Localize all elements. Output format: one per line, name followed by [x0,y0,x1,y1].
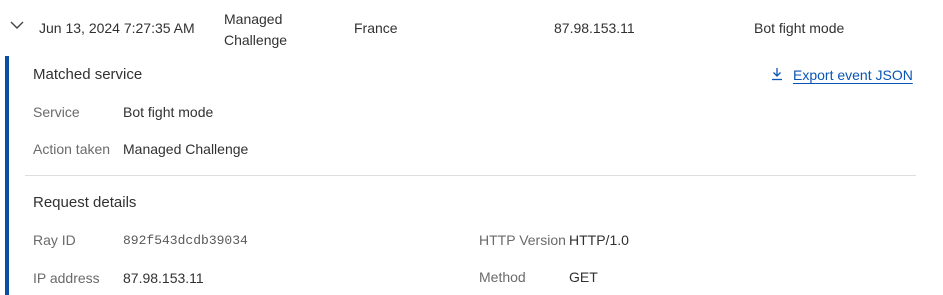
method-label: Method [479,269,526,285]
event-detail-panel: Matched service Export event JSON Servic… [0,56,943,295]
service-value: Bot fight mode [123,104,214,120]
event-ip: 87.98.153.11 [554,20,635,36]
export-event-json-link[interactable]: Export event JSON [770,67,913,83]
section-divider [25,175,916,176]
http-version-value: HTTP/1.0 [569,232,629,248]
accent-bar [5,56,9,295]
ray-id-label: Ray ID [33,232,76,248]
chevron-down-icon[interactable] [10,20,24,30]
action-taken-value: Managed Challenge [123,141,249,157]
ip-address-value: 87.98.153.11 [123,270,204,286]
event-action-line1: Managed [224,11,283,27]
event-service: Bot fight mode [754,20,845,36]
event-country: France [354,20,398,36]
request-details-title: Request details [33,194,137,211]
event-row[interactable]: Jun 13, 2024 7:27:35 AM Managed Challeng… [0,0,943,56]
event-action: Managed Challenge [224,9,304,51]
matched-service-title: Matched service [33,66,143,83]
action-taken-label: Action taken [33,141,111,157]
method-value: GET [569,269,598,285]
ray-id-value: 892f543dcdb39034 [123,233,248,248]
download-icon [770,67,784,81]
ip-address-label: IP address [33,270,100,286]
event-date: Jun 13, 2024 7:27:35 AM [39,20,195,36]
event-action-line2: Challenge [224,32,288,48]
service-label: Service [33,104,80,120]
http-version-label: HTTP Version [479,232,566,248]
export-label: Export event JSON [793,67,913,83]
